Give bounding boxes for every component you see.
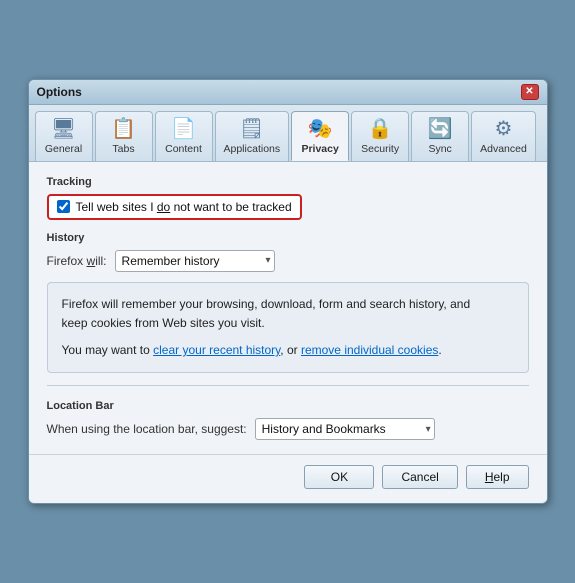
content-icon bbox=[171, 116, 196, 141]
tab-applications-label: Applications bbox=[224, 143, 281, 155]
security-icon bbox=[368, 116, 393, 141]
window-title: Options bbox=[37, 85, 82, 99]
location-label: When using the location bar, suggest: bbox=[47, 422, 247, 436]
tab-privacy[interactable]: Privacy bbox=[291, 111, 349, 161]
location-section: Location Bar When using the location bar… bbox=[47, 400, 529, 440]
history-select[interactable]: Remember history Never remember history … bbox=[115, 250, 275, 272]
options-window: Options ✕ General Tabs Content Applicati… bbox=[28, 79, 548, 505]
content-area: Tracking Tell web sites I do not want to… bbox=[29, 162, 547, 455]
advanced-icon bbox=[495, 116, 513, 141]
general-icon bbox=[51, 116, 76, 141]
tab-advanced[interactable]: Advanced bbox=[471, 111, 536, 161]
privacy-icon bbox=[308, 116, 333, 141]
divider bbox=[47, 385, 529, 386]
firefox-will-label: Firefox will: bbox=[47, 254, 107, 268]
history-section: History Firefox will: Remember history N… bbox=[47, 232, 529, 272]
bottom-bar: OK Cancel Help bbox=[29, 454, 547, 503]
tab-general[interactable]: General bbox=[35, 111, 93, 161]
tab-privacy-label: Privacy bbox=[301, 143, 338, 155]
tab-security-label: Security bbox=[361, 143, 399, 155]
tab-security[interactable]: Security bbox=[351, 111, 409, 161]
location-section-label: Location Bar bbox=[47, 400, 529, 412]
tracking-label: Tell web sites I do not want to be track… bbox=[76, 200, 292, 214]
location-select[interactable]: History and Bookmarks History Bookmarks … bbox=[255, 418, 435, 440]
tab-general-label: General bbox=[45, 143, 82, 155]
ok-button[interactable]: OK bbox=[304, 465, 374, 489]
history-row: Firefox will: Remember history Never rem… bbox=[47, 250, 529, 272]
cancel-button[interactable]: Cancel bbox=[382, 465, 457, 489]
tabs-bar: General Tabs Content Applications Privac… bbox=[29, 105, 547, 162]
tab-sync[interactable]: Sync bbox=[411, 111, 469, 161]
tab-content-label: Content bbox=[165, 143, 202, 155]
location-row: When using the location bar, suggest: Hi… bbox=[47, 418, 529, 440]
applications-icon bbox=[239, 116, 264, 141]
tracking-checkbox[interactable] bbox=[57, 200, 70, 213]
close-button[interactable]: ✕ bbox=[521, 84, 539, 100]
info-line-1: Firefox will remember your browsing, dow… bbox=[62, 295, 514, 333]
sync-icon bbox=[428, 116, 453, 141]
location-select-wrapper: History and Bookmarks History Bookmarks … bbox=[255, 418, 435, 440]
tab-sync-label: Sync bbox=[428, 143, 451, 155]
tab-applications[interactable]: Applications bbox=[215, 111, 290, 161]
remove-cookies-link[interactable]: remove individual cookies bbox=[301, 343, 438, 357]
tracking-section-label: Tracking bbox=[47, 176, 529, 188]
tab-tabs-label: Tabs bbox=[112, 143, 134, 155]
tab-advanced-label: Advanced bbox=[480, 143, 527, 155]
tabs-icon bbox=[111, 116, 136, 141]
info-box: Firefox will remember your browsing, dow… bbox=[47, 282, 529, 374]
tab-content[interactable]: Content bbox=[155, 111, 213, 161]
info-line-2: You may want to clear your recent histor… bbox=[62, 341, 514, 360]
clear-history-link[interactable]: clear your recent history bbox=[153, 343, 280, 357]
tab-tabs[interactable]: Tabs bbox=[95, 111, 153, 161]
history-section-label: History bbox=[47, 232, 529, 244]
title-bar: Options ✕ bbox=[29, 80, 547, 105]
help-button[interactable]: Help bbox=[466, 465, 529, 489]
tracking-box: Tell web sites I do not want to be track… bbox=[47, 194, 302, 220]
history-select-wrapper: Remember history Never remember history … bbox=[115, 250, 275, 272]
